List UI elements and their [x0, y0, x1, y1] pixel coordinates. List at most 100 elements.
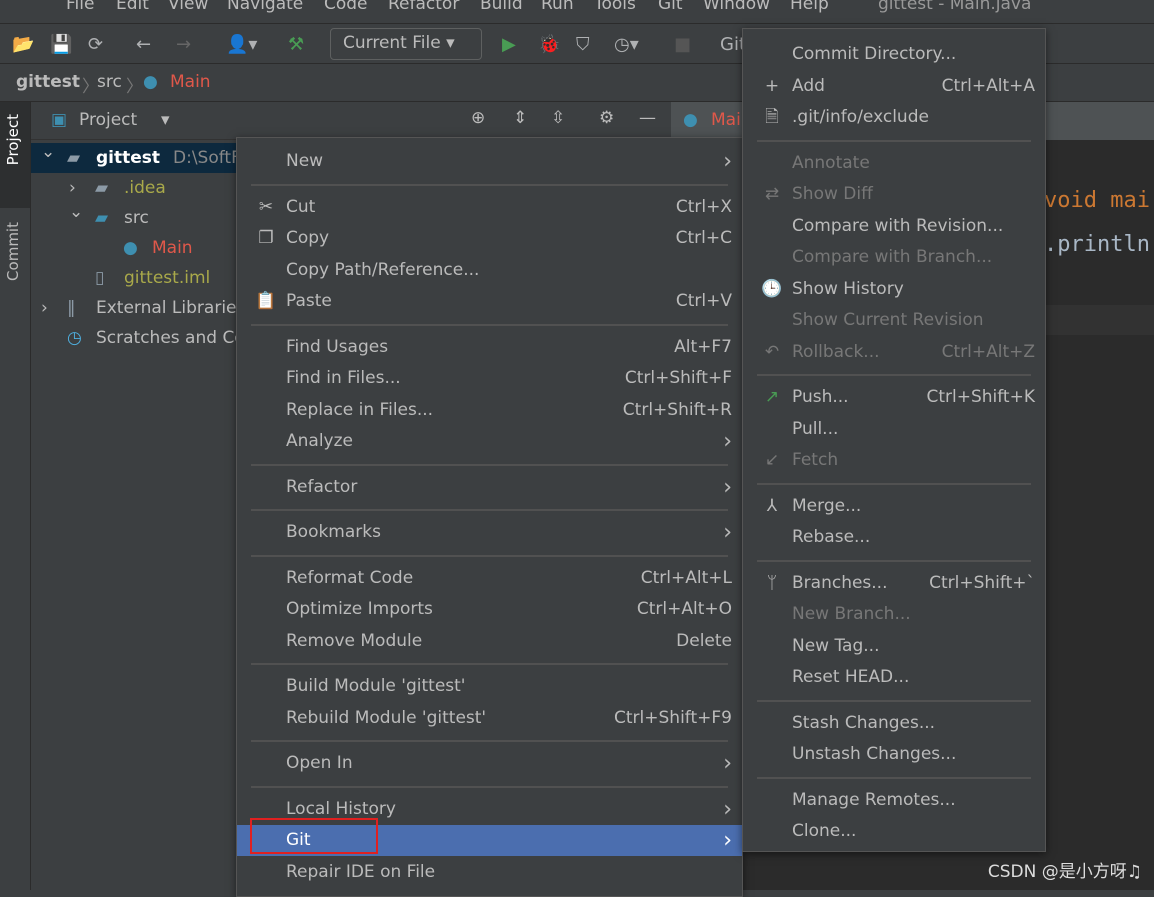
breadcrumb-main[interactable]: Main: [170, 72, 211, 92]
menu-item-copy[interactable]: ❐ Copy Ctrl+C: [237, 223, 742, 254]
project-panel-title[interactable]: Project: [79, 110, 137, 130]
run-icon[interactable]: ▶: [502, 34, 516, 55]
menu-item-add[interactable]: + Add Ctrl+Alt+A: [743, 71, 1045, 102]
menu-item-find-in-files[interactable]: Find in Files... Ctrl+Shift+F: [237, 363, 742, 394]
tree-item[interactable]: ⌄ ▰ gittest D:\SoftFi: [31, 142, 244, 173]
menu-item-clone[interactable]: Clone...: [743, 816, 1045, 847]
menu-window[interactable]: Window: [703, 0, 770, 14]
menu-view[interactable]: View: [168, 0, 208, 14]
menu-item-refactor[interactable]: Refactor ›: [237, 472, 742, 503]
breadcrumb-separator: 〉: [126, 77, 143, 97]
menu-run[interactable]: Run: [541, 0, 574, 14]
menu-item-label: Unstash Changes...: [792, 744, 957, 764]
menu-item-repair-ide-on-file[interactable]: Repair IDE on File: [237, 857, 742, 888]
menu-code[interactable]: Code: [324, 0, 368, 14]
menu-item-new-branch[interactable]: New Branch...: [743, 599, 1045, 630]
menu-item-label: Rebase...: [792, 527, 871, 547]
gear-icon[interactable]: ⚙: [599, 108, 614, 128]
menu-item-branches[interactable]: ᛘ Branches... Ctrl+Shift+`: [743, 568, 1045, 599]
debug-icon[interactable]: 🐞: [538, 34, 560, 55]
menu-item-fetch[interactable]: ↙ Fetch: [743, 445, 1045, 476]
tree-item[interactable]: ● Main: [31, 233, 241, 263]
menu-item-push[interactable]: ↗ Push... Ctrl+Shift+K: [743, 382, 1045, 413]
menu-edit[interactable]: Edit: [116, 0, 149, 14]
menu-item-build-module-gittest[interactable]: Build Module 'gittest': [237, 671, 742, 702]
menu-item-reset-head[interactable]: Reset HEAD...: [743, 662, 1045, 693]
sync-icon[interactable]: ⟳: [88, 34, 103, 55]
menu-item-commit-directory[interactable]: Commit Directory...: [743, 39, 1045, 70]
chevron-right-icon: ›: [723, 429, 732, 454]
menu-git[interactable]: Git: [658, 0, 683, 14]
tab-commit[interactable]: Commit: [4, 222, 22, 281]
user-icon[interactable]: 👤▾: [226, 34, 257, 55]
menu-navigate[interactable]: Navigate: [227, 0, 303, 14]
menu-item-show-history[interactable]: 🕒 Show History: [743, 274, 1045, 305]
build-hammer-icon[interactable]: ⚒: [288, 34, 304, 55]
menu-item-find-usages[interactable]: Find Usages Alt+F7: [237, 332, 742, 363]
menu-item-cut[interactable]: ✂ Cut Ctrl+X: [237, 192, 742, 223]
project-tree: ⌄ ▰ gittest D:\SoftFi › ▰ .idea ⌄ ▰ src ● Main ▯ gitt…: [31, 142, 245, 890]
profile-icon[interactable]: ◷▾: [614, 34, 639, 55]
menu-separator: [251, 463, 728, 466]
menu-item-annotate[interactable]: Annotate: [743, 148, 1045, 179]
menu-item-rollback[interactable]: ↶ Rollback... Ctrl+Alt+Z: [743, 337, 1045, 368]
folder-icon: ▰: [95, 178, 109, 198]
save-icon[interactable]: 💾: [50, 34, 72, 55]
menu-item-optimize-imports[interactable]: Optimize Imports Ctrl+Alt+O: [237, 594, 742, 625]
menu-item-merge[interactable]: ⅄ Merge...: [743, 491, 1045, 522]
chevron-down-icon[interactable]: ▾: [161, 110, 170, 130]
menu-item-replace-in-files[interactable]: Replace in Files... Ctrl+Shift+R: [237, 395, 742, 426]
menu-item-copy-path-reference[interactable]: Copy Path/Reference...: [237, 255, 742, 286]
back-icon[interactable]: ←: [136, 34, 151, 55]
coverage-icon[interactable]: ⛉: [576, 34, 590, 55]
tree-item[interactable]: ▯ gittest.iml: [31, 263, 241, 293]
open-icon[interactable]: 📂: [12, 34, 34, 55]
menu-item-reformat-code[interactable]: Reformat Code Ctrl+Alt+L: [237, 563, 742, 594]
tree-item[interactable]: ◷ Scratches and Co: [31, 323, 245, 353]
tree-item[interactable]: › ‖ External Librarie: [31, 293, 241, 323]
breadcrumb-project[interactable]: gittest: [16, 72, 80, 92]
tree-item[interactable]: ⌄ ▰ src: [31, 202, 241, 233]
menu-item-git-info-exclude[interactable]: 🗎 .git/info/exclude: [743, 102, 1045, 133]
menu-item-compare-with-branch[interactable]: Compare with Branch...: [743, 242, 1045, 273]
menu-item-label: Rebuild Module 'gittest': [286, 707, 487, 728]
menu-item-remove-module[interactable]: Remove Module Delete: [237, 626, 742, 657]
locate-icon[interactable]: ⊕: [471, 108, 485, 128]
git-info-exclude-icon: 🗎: [765, 107, 779, 127]
collapse-all-icon[interactable]: ⇳: [551, 108, 565, 128]
menu-item-rebuild-module-gittest[interactable]: Rebuild Module 'gittest' Ctrl+Shift+F9: [237, 703, 742, 734]
menu-item-rebase[interactable]: Rebase...: [743, 522, 1045, 553]
menu-item-paste[interactable]: 📋 Paste Ctrl+V: [237, 286, 742, 317]
minimize-icon[interactable]: —: [639, 108, 656, 128]
stop-icon[interactable]: ■: [674, 34, 691, 55]
chevron-down-icon[interactable]: ⌄: [41, 137, 55, 167]
tree-item[interactable]: › ▰ .idea: [31, 173, 241, 203]
menu-item-show-diff[interactable]: ⇄ Show Diff: [743, 179, 1045, 210]
chevron-right-icon[interactable]: ›: [41, 293, 48, 323]
menu-refactor[interactable]: Refactor: [388, 0, 459, 14]
menu-item-unstash-changes[interactable]: Unstash Changes...: [743, 739, 1045, 770]
expand-all-icon[interactable]: ⇕: [513, 108, 527, 128]
tree-item-label: gittest: [96, 148, 161, 168]
menu-item-compare-with-revision[interactable]: Compare with Revision...: [743, 211, 1045, 242]
menu-item-pull[interactable]: Pull...: [743, 414, 1045, 445]
menu-item-bookmarks[interactable]: Bookmarks ›: [237, 517, 742, 548]
menu-item-show-current-revision[interactable]: Show Current Revision: [743, 305, 1045, 336]
menu-item-stash-changes[interactable]: Stash Changes...: [743, 708, 1045, 739]
menu-file[interactable]: File: [66, 0, 94, 14]
menu-item-analyze[interactable]: Analyze ›: [237, 426, 742, 457]
tab-project[interactable]: Project: [4, 114, 22, 165]
forward-icon[interactable]: →: [176, 34, 191, 55]
menu-item-shortcut: Ctrl+Shift+F9: [614, 707, 732, 728]
tree-item-label: Main: [152, 238, 193, 258]
menu-item-open-in[interactable]: Open In ›: [237, 748, 742, 779]
menu-item-manage-remotes[interactable]: Manage Remotes...: [743, 785, 1045, 816]
breadcrumb-src[interactable]: src: [97, 72, 122, 92]
menu-item-new-tag[interactable]: New Tag...: [743, 631, 1045, 662]
menu-build[interactable]: Build: [480, 0, 523, 14]
chevron-down-icon[interactable]: ⌄: [69, 197, 83, 227]
menu-help[interactable]: Help: [790, 0, 829, 14]
run-config-select[interactable]: Current File ▾: [330, 28, 482, 60]
menu-item-new[interactable]: New ›: [237, 146, 742, 177]
menu-tools[interactable]: Tools: [594, 0, 636, 14]
